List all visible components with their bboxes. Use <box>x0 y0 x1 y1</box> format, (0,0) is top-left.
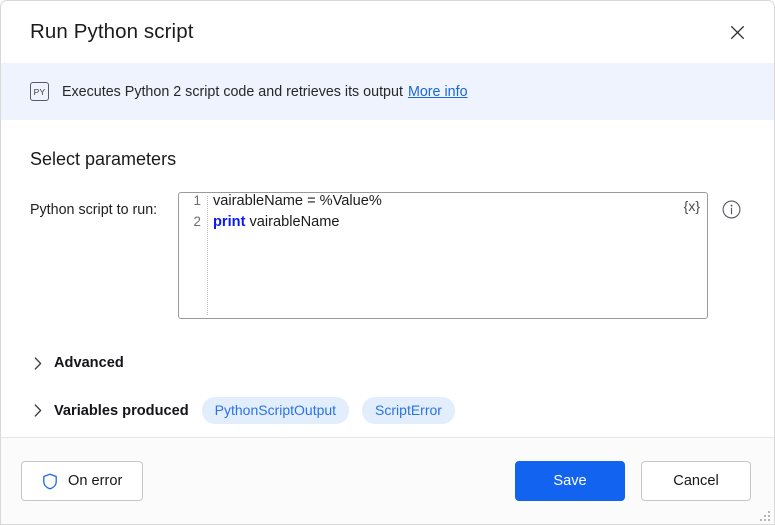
chevron-right-icon <box>30 357 46 370</box>
save-button[interactable]: Save <box>515 461 625 501</box>
info-banner: PY Executes Python 2 script code and ret… <box>1 63 774 120</box>
shield-icon <box>42 473 58 490</box>
line-number: 2 <box>179 214 207 229</box>
code-text: vairableName <box>245 214 339 230</box>
dialog-footer: On error Save Cancel <box>1 437 774 524</box>
close-icon <box>730 25 745 40</box>
more-info-link[interactable]: More info <box>408 84 468 100</box>
line-number: 1 <box>179 193 207 208</box>
title-bar: Run Python script <box>1 1 774 63</box>
section-title: Select parameters <box>30 149 745 170</box>
expander-variables-produced-label: Variables produced <box>54 403 189 419</box>
chevron-right-icon <box>30 404 46 417</box>
code-keyword: print <box>213 214 245 230</box>
python-script-row: Python script to run: 1 vairableName = %… <box>30 192 745 319</box>
variable-pill-script-error[interactable]: ScriptError <box>362 397 455 424</box>
page-title: Run Python script <box>30 20 194 44</box>
footer-actions: Save Cancel <box>515 461 751 501</box>
variable-picker-button[interactable]: {x} <box>684 198 700 214</box>
dialog-window: Run Python script PY Executes Python 2 s… <box>0 0 775 525</box>
code-line: 1 vairableName = %Value% <box>179 193 707 214</box>
info-icon <box>722 200 741 219</box>
python-script-editor[interactable]: 1 vairableName = %Value% 2 print vairabl… <box>178 192 708 319</box>
on-error-button[interactable]: On error <box>21 461 143 501</box>
close-button[interactable] <box>716 13 758 51</box>
gutter-divider <box>207 196 208 315</box>
dialog-body: Select parameters Python script to run: … <box>1 120 774 437</box>
python-badge-icon: PY <box>30 82 49 101</box>
cancel-button[interactable]: Cancel <box>641 461 751 501</box>
code-text: vairableName = %Value% <box>207 193 382 209</box>
expander-advanced[interactable]: Advanced <box>30 355 745 371</box>
expander-advanced-label: Advanced <box>54 355 124 371</box>
info-icon-button[interactable] <box>722 200 741 219</box>
expander-variables-produced[interactable]: Variables produced PythonScriptOutput Sc… <box>30 397 745 424</box>
python-script-label: Python script to run: <box>30 192 178 218</box>
variable-pill-python-script-output[interactable]: PythonScriptOutput <box>202 397 349 424</box>
on-error-label: On error <box>68 473 122 489</box>
resize-grip[interactable] <box>757 508 770 521</box>
banner-description: Executes Python 2 script code and retrie… <box>62 84 403 100</box>
code-line: 2 print vairableName <box>179 214 707 235</box>
